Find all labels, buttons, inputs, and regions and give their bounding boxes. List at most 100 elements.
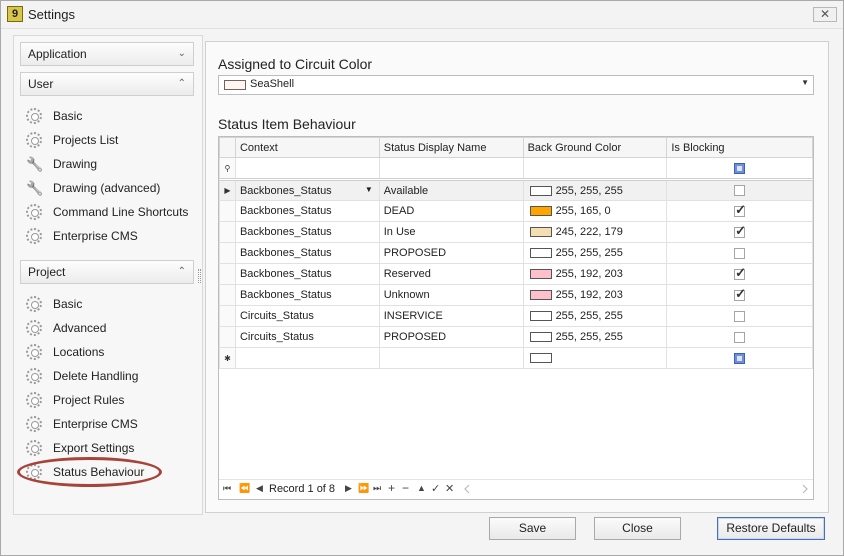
horizontal-scrollbar[interactable] [463, 483, 809, 495]
prev-page-icon[interactable]: ⏪ [239, 483, 250, 494]
cell-back-ground-color[interactable]: 255, 165, 0 [522, 200, 668, 222]
cell-context[interactable]: Backbones_Status [234, 284, 380, 306]
blocking-checkbox[interactable] [734, 286, 746, 302]
new-cell-context[interactable] [234, 347, 380, 369]
blocking-checkbox[interactable] [734, 223, 746, 239]
new-row-checkbox[interactable] [734, 352, 746, 364]
cancel-edit-icon[interactable]: ✕ [445, 482, 454, 495]
cell-status-display-name[interactable]: PROPOSED [378, 326, 524, 348]
close-window-button[interactable]: ✕ [813, 7, 837, 22]
table-row[interactable]: Backbones_Status Unknown 255, 192, 203 [219, 284, 813, 306]
sidebar-item-projects-list[interactable]: Projects List [26, 130, 118, 150]
cell-is-blocking[interactable] [666, 326, 813, 348]
table-row[interactable]: Backbones_Status In Use 245, 222, 179 [219, 221, 813, 243]
new-cell-is-blocking[interactable] [666, 347, 813, 369]
end-edit-icon[interactable]: ✓ [431, 482, 440, 495]
last-record-icon[interactable]: ⏭ [373, 483, 381, 494]
blocking-checkbox[interactable] [734, 331, 746, 343]
circuit-color-dropdown[interactable]: SeaShell ▼ [218, 75, 814, 95]
column-header-is-blocking[interactable]: Is Blocking [666, 137, 813, 158]
move-up-icon[interactable]: ▲ [417, 483, 426, 493]
cell-is-blocking[interactable] [666, 284, 813, 306]
cell-context[interactable]: Backbones_Status [234, 221, 380, 243]
group-user[interactable]: User ⌃ [20, 72, 194, 96]
dropdown-arrow-icon[interactable]: ▼ [801, 78, 809, 87]
cell-back-ground-color[interactable]: 255, 255, 255 [522, 305, 668, 327]
close-button[interactable]: Close [594, 517, 681, 540]
cell-back-ground-color[interactable]: 255, 192, 203 [522, 284, 668, 306]
cell-back-ground-color[interactable]: 255, 255, 255 [522, 242, 668, 264]
sidebar-item-locations[interactable]: Locations [26, 342, 104, 362]
cell-status-display-name[interactable]: DEAD [378, 200, 524, 222]
next-record-icon[interactable]: ▶ [345, 483, 352, 494]
sidebar-item-basic[interactable]: Basic [26, 294, 82, 314]
new-cell-back-ground-color[interactable] [522, 347, 668, 369]
cell-is-blocking[interactable] [666, 179, 813, 201]
sidebar-item-enterprise-cms[interactable]: Enterprise CMS [26, 414, 138, 434]
blocking-checkbox[interactable] [734, 185, 746, 197]
new-row[interactable]: ✱ [219, 347, 813, 369]
blocking-checkbox[interactable] [734, 310, 746, 322]
sidebar-item-command-line-shortcuts[interactable]: Command Line Shortcuts [26, 202, 188, 222]
sidebar-item-advanced[interactable]: Advanced [26, 318, 106, 338]
cell-is-blocking[interactable] [666, 305, 813, 327]
table-row[interactable]: Backbones_Status DEAD 255, 165, 0 [219, 200, 813, 222]
new-cell-status-display-name[interactable] [378, 347, 524, 369]
table-row[interactable]: ▶ Backbones_Status ▼ Available 255, 255, 255 [219, 179, 813, 201]
cell-context[interactable]: Backbones_Status [234, 242, 380, 264]
filter-cell-back-ground-color[interactable] [522, 157, 668, 181]
sidebar-item-project-rules[interactable]: Project Rules [26, 390, 124, 410]
cell-status-display-name[interactable]: In Use [378, 221, 524, 243]
cell-context[interactable]: Backbones_Status ▼ [234, 179, 380, 201]
blocking-checkbox[interactable] [734, 247, 746, 259]
cell-context[interactable]: Backbones_Status [234, 200, 380, 222]
cell-is-blocking[interactable] [666, 263, 813, 285]
cell-back-ground-color[interactable]: 255, 192, 203 [522, 263, 668, 285]
column-header-status-display-name[interactable]: Status Display Name [378, 137, 524, 158]
cell-is-blocking[interactable] [666, 221, 813, 243]
blocking-checkbox[interactable] [734, 202, 746, 218]
table-row[interactable]: Circuits_Status PROPOSED 255, 255, 255 [219, 326, 813, 348]
sidebar-item-basic[interactable]: Basic [26, 106, 82, 126]
sidebar-item-export-settings[interactable]: Export Settings [26, 438, 134, 458]
cell-context[interactable]: Backbones_Status [234, 263, 380, 285]
cell-is-blocking[interactable] [666, 200, 813, 222]
cell-back-ground-color[interactable]: 245, 222, 179 [522, 221, 668, 243]
sidebar-item-enterprise-cms[interactable]: Enterprise CMS [26, 226, 138, 246]
first-record-icon[interactable]: ⏮ [223, 483, 231, 494]
group-project[interactable]: Project ⌃ [20, 260, 194, 284]
sidebar-item-drawing[interactable]: 🔧 Drawing [26, 154, 97, 174]
group-application[interactable]: Application ⌄ [20, 42, 194, 66]
restore-defaults-button[interactable]: Restore Defaults [717, 517, 825, 540]
cell-status-display-name[interactable]: Unknown [378, 284, 524, 306]
filter-cell-status-display-name[interactable] [378, 157, 524, 181]
column-header-context[interactable]: Context [234, 137, 380, 158]
cell-status-display-name[interactable]: Available [378, 179, 524, 201]
cell-context[interactable]: Circuits_Status [234, 326, 380, 348]
cell-status-display-name[interactable]: INSERVICE [378, 305, 524, 327]
cell-status-display-name[interactable]: Reserved [378, 263, 524, 285]
table-row[interactable]: Backbones_Status Reserved 255, 192, 203 [219, 263, 813, 285]
splitter-handle[interactable] [198, 269, 201, 283]
table-row[interactable]: Backbones_Status PROPOSED 255, 255, 255 [219, 242, 813, 264]
column-header-back-ground-color[interactable]: Back Ground Color [522, 137, 668, 158]
dropdown-arrow-icon[interactable]: ▼ [365, 185, 373, 194]
prev-record-icon[interactable]: ◀ [256, 483, 263, 494]
sidebar-item-drawing-advanced[interactable]: 🔧 Drawing (advanced) [26, 178, 160, 198]
cell-back-ground-color[interactable]: 255, 255, 255 [522, 179, 668, 201]
save-button[interactable]: Save [489, 517, 576, 540]
cell-is-blocking[interactable] [666, 242, 813, 264]
blocking-checkbox[interactable] [734, 265, 746, 281]
sidebar-item-delete-handling[interactable]: Delete Handling [26, 366, 138, 386]
filter-checkbox[interactable] [734, 162, 746, 174]
next-page-icon[interactable]: ⏩ [358, 483, 369, 494]
append-icon[interactable]: + [388, 481, 395, 495]
cell-context[interactable]: Circuits_Status [234, 305, 380, 327]
filter-cell-context[interactable] [234, 157, 380, 181]
table-row[interactable]: Circuits_Status INSERVICE 255, 255, 255 [219, 305, 813, 327]
remove-icon[interactable]: − [402, 481, 409, 495]
sidebar-item-status-behaviour[interactable]: Status Behaviour [26, 462, 144, 482]
filter-cell-is-blocking[interactable] [666, 157, 813, 181]
cell-back-ground-color[interactable]: 255, 255, 255 [522, 326, 668, 348]
cell-status-display-name[interactable]: PROPOSED [378, 242, 524, 264]
